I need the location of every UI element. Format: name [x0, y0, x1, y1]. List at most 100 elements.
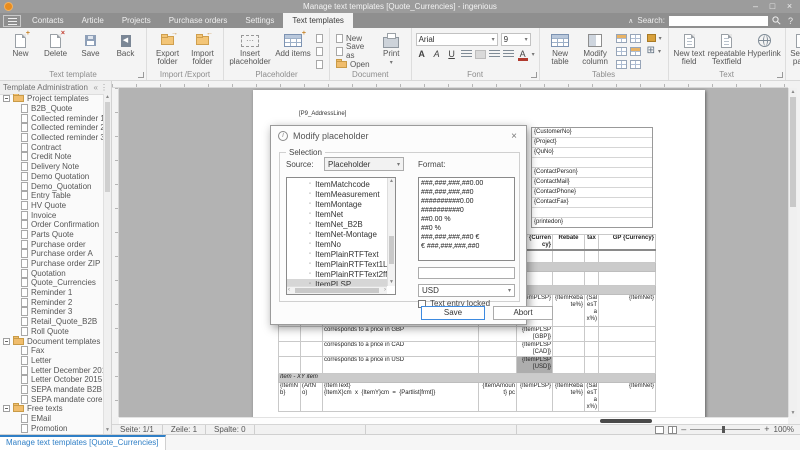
source-select[interactable]: Placeholder▾ [324, 157, 404, 171]
document-vertical-scrollbar[interactable]: ▲ ▼ [788, 88, 797, 417]
scrollbar-thumb[interactable] [600, 419, 652, 423]
cell-border-button[interactable]: ⊞▾ [645, 45, 664, 57]
format-input[interactable] [418, 267, 515, 279]
back-button[interactable]: ◀ Back [109, 30, 142, 58]
tree-item-reminder-1[interactable]: Reminder 1 [0, 288, 103, 298]
collapse-expander-icon[interactable] [3, 338, 10, 345]
modify-column-button[interactable]: Modify column [579, 30, 612, 66]
export-folder-button[interactable]: → Export folder [151, 30, 184, 66]
tree-item-demo-quotation[interactable]: Demo_Quotation [0, 181, 103, 191]
scrollbar-thumb[interactable] [295, 288, 379, 293]
zoom-in-button[interactable]: + [764, 425, 769, 434]
currency-select[interactable]: USD▾ [418, 284, 515, 297]
sidebar-scrollbar[interactable]: ▲ ▼ [103, 94, 111, 434]
format-option[interactable]: € ###,###,###,##0 [421, 242, 512, 251]
collapse-ribbon-icon[interactable]: ∧ [628, 17, 633, 25]
tree-item-purchase-order-a[interactable]: Purchase order A [0, 249, 103, 259]
scroll-up-icon[interactable]: ▲ [388, 178, 395, 185]
placeholder-list-item-itemnet[interactable]: ◦ItemNet [287, 209, 387, 219]
scrollbar-thumb[interactable] [389, 236, 394, 264]
font-color-dropdown-icon[interactable]: ▾ [532, 51, 535, 58]
placeholder-listbox[interactable]: ◦ItemMatchcode◦ItemMeasurement◦ItemMonta… [286, 177, 396, 295]
bold-button[interactable]: A [416, 49, 428, 59]
customer-info-box[interactable]: {CustomerNo}{Project}{QuNo}{ContactPerso… [531, 127, 653, 228]
new-text-field-button[interactable]: New text field [673, 30, 706, 66]
tree-item-collected-reminder-1[interactable]: Collected reminder 1 [0, 113, 103, 123]
scroll-up-icon[interactable]: ▲ [789, 88, 797, 96]
document-horizontal-scrollbar[interactable] [119, 417, 788, 424]
listbox-horizontal-scrollbar[interactable]: ‹ › [287, 286, 387, 294]
insert-row-below-icon[interactable] [630, 34, 641, 43]
dialog-launcher-icon[interactable] [531, 72, 537, 78]
format-option[interactable]: ###,###,###,##0 [421, 188, 512, 197]
font-size-select[interactable]: 9▾ [501, 33, 531, 46]
page-edit-button[interactable] [314, 32, 325, 44]
print-dropdown-icon[interactable]: ▾ [390, 59, 393, 67]
tab-article[interactable]: Article [73, 13, 113, 28]
new-template-button[interactable]: + New [4, 30, 37, 58]
search-input[interactable] [669, 16, 768, 26]
tree-item-contract[interactable]: Contract [0, 142, 103, 152]
minimize-button[interactable]: – [747, 0, 764, 13]
tree-folder-project-templates[interactable]: Project templates [0, 94, 103, 104]
tree-item-quote-currencies[interactable]: Quote_Currencies [0, 278, 103, 288]
dialog-close-icon[interactable]: × [509, 131, 519, 142]
tree-item-reminder-2[interactable]: Reminder 2 [0, 297, 103, 307]
placeholder-list-item-itemmeasurement[interactable]: ◦ItemMeasurement [287, 189, 387, 199]
document-open-button[interactable]: Open [334, 58, 374, 70]
collapse-panel-icon[interactable]: « [94, 83, 98, 92]
underline-button[interactable]: U [446, 49, 458, 59]
align-right-icon[interactable] [489, 50, 500, 59]
font-color-button[interactable]: A [517, 49, 529, 59]
tree-item-parts-quote[interactable]: Parts Quote [0, 230, 103, 240]
placeholder-list-item-itemnet-montage[interactable]: ◦ItemNet-Montage [287, 229, 387, 239]
tree-item-purchase-order[interactable]: Purchase order [0, 239, 103, 249]
tree-item-order-confirmation[interactable]: Order Confirmation [0, 220, 103, 230]
tree-item-credit-note[interactable]: Credit Note [0, 152, 103, 162]
tree-item-quotation[interactable]: Quotation [0, 268, 103, 278]
tab-text-templates[interactable]: Text templates [283, 13, 353, 28]
format-option[interactable]: ##0 % [421, 224, 512, 233]
tree-item-delivery-note[interactable]: Delivery Note [0, 162, 103, 172]
format-option[interactable]: ##########0 [421, 206, 512, 215]
tree-item-purchase-order-zip[interactable]: Purchase order ZIP [0, 259, 103, 269]
dialog-launcher-icon[interactable] [777, 72, 783, 78]
close-button[interactable]: × [781, 0, 798, 13]
tree-folder-free-texts[interactable]: Free texts [0, 404, 103, 414]
tab-purchase-orders[interactable]: Purchase orders [160, 13, 237, 28]
tab-settings[interactable]: Settings [236, 13, 283, 28]
print-button[interactable]: Print▾ [376, 30, 407, 67]
dialog-launcher-icon[interactable] [138, 72, 144, 78]
align-center-icon[interactable] [475, 50, 486, 59]
new-table-button[interactable]: New table [544, 30, 577, 66]
format-option[interactable]: ##0.00 % [421, 215, 512, 224]
abort-button[interactable]: Abort [493, 306, 553, 320]
setup-page-button[interactable]: Set up page [790, 30, 800, 66]
cell-fill-button[interactable]: ▾ [645, 32, 664, 44]
help-button[interactable]: ? [785, 16, 796, 26]
merge-cells-icon[interactable] [630, 60, 641, 69]
placeholder-list-item-itemplsp[interactable]: ◦ItemPLSP [287, 279, 387, 286]
align-justify-icon[interactable] [503, 50, 514, 59]
font-family-select[interactable]: Arial▾ [416, 33, 498, 46]
add-items-button[interactable]: + Add items [274, 30, 312, 58]
placeholder-list-item-itemplainrtftext2ff[interactable]: ◦ItemPlainRTFText2ff [287, 269, 387, 279]
scroll-up-icon[interactable]: ▲ [104, 94, 111, 101]
tree-item-entry-table[interactable]: Entry Table [0, 191, 103, 201]
format-option[interactable]: ###,###,###,##0 € [421, 233, 512, 242]
tree-folder-document-templates[interactable]: Document templates [0, 336, 103, 346]
maximize-button[interactable]: □ [764, 0, 781, 13]
format-option[interactable]: ##########0.00 [421, 197, 512, 206]
scrollbar-thumb[interactable] [105, 102, 110, 192]
address-line-placeholder[interactable]: [P9_AddressLine] [299, 111, 346, 117]
placeholder-list-item-itemplainrtftext[interactable]: ◦ItemPlainRTFText [287, 249, 387, 259]
page-sync-button[interactable] [314, 58, 325, 70]
tree-item-hv-quote[interactable]: HV Quote [0, 201, 103, 211]
hyperlink-button[interactable]: Hyperlink [748, 30, 781, 58]
search-icon[interactable] [772, 16, 781, 25]
tree-item-letter-december-2019[interactable]: Letter December 2019 [0, 365, 103, 375]
insert-column-button[interactable] [614, 45, 643, 57]
tree-item-email[interactable]: EMail [0, 414, 103, 424]
tree-item-reminder-3[interactable]: Reminder 3 [0, 307, 103, 317]
tree-item-letter[interactable]: Letter [0, 356, 103, 366]
